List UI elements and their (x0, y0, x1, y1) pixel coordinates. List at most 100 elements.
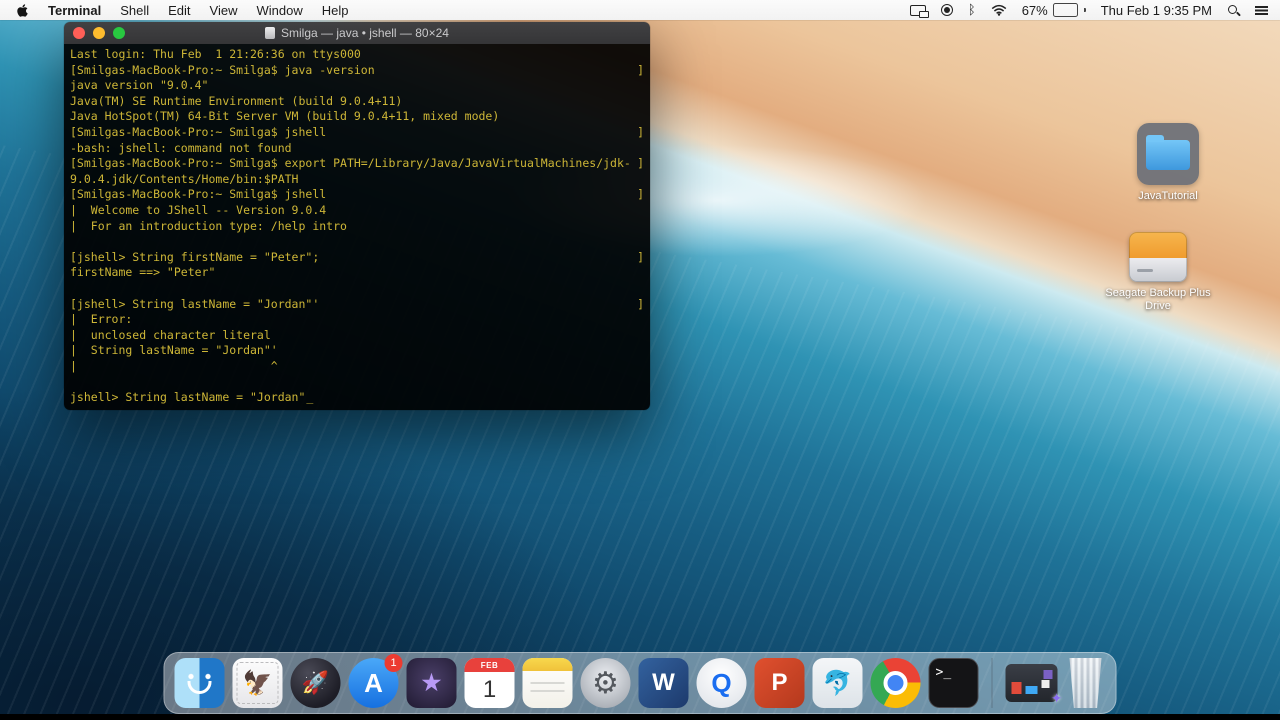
terminal-line: [Smilgas-MacBook-Pro:~ Smilga$ jshell] (70, 124, 644, 139)
dock-item-calendar[interactable]: FEB 1 (464, 658, 515, 708)
terminal-body[interactable]: Last login: Thu Feb 1 21:26:36 on ttys00… (64, 44, 650, 410)
appstore-icon: A1 (348, 654, 403, 708)
menu-app-name[interactable]: Terminal (48, 3, 101, 18)
apple-icon (17, 3, 28, 17)
wrap-mark: ] (637, 62, 644, 77)
battery-indicator[interactable]: 67% (1022, 3, 1086, 18)
terminal-line: Java(TM) SE Runtime Environment (build 9… (70, 93, 403, 108)
terminal-document-icon (265, 27, 276, 39)
dock-item-imovie[interactable]: ★ (406, 658, 457, 708)
wifi-icon[interactable] (991, 4, 1007, 16)
finder-icon (174, 658, 225, 708)
dock-item-trash[interactable] (1066, 658, 1106, 708)
bluetooth-icon[interactable]: ᛒ (968, 4, 976, 17)
desktop-icon-label: JavaTutorial (1138, 190, 1198, 202)
terminal-line: | unclosed character literal (70, 327, 271, 342)
wrap-mark: ] (637, 249, 644, 264)
letterbox-bar (0, 714, 1280, 720)
menu-bar-left: Terminal Shell Edit View Window Help (0, 3, 349, 18)
dock: 🦅 🚀 A 1 ★ FEB 1 ⚙ W Q P 🐬 >_ ✦ (163, 652, 1117, 714)
display-mirroring-icon[interactable] (909, 4, 929, 18)
calendar-day-label: 1 (482, 676, 497, 703)
menu-item-window[interactable]: Window (257, 3, 303, 18)
menu-item-help[interactable]: Help (322, 3, 349, 18)
desktop-icon-seagate-drive[interactable]: Seagate Backup Plus Drive (1100, 232, 1216, 313)
dock-item-mysql[interactable]: 🐬 (812, 658, 863, 708)
mail-icon: 🦅 (232, 658, 283, 708)
terminal-line: [jshell> String lastName = "Jordan"'] (70, 296, 644, 311)
dock-item-finder[interactable] (174, 658, 225, 708)
text-cursor: _ (306, 390, 314, 405)
wrap-mark: ] (637, 124, 644, 139)
menu-bar-status: ᛒ 67% Thu Feb 1 9:35 PM (909, 3, 1280, 18)
terminal-line: | ^ (70, 358, 278, 373)
screen-recording-icon[interactable] (940, 4, 953, 16)
battery-percentage: 67% (1021, 2, 1048, 18)
minimized-app-badge: ✦ (1050, 690, 1063, 706)
desktop-icon-javatutorial-folder[interactable]: JavaTutorial (1110, 123, 1226, 203)
terminal-window-title: Smilga — java • jshell — 80×24 (281, 26, 449, 40)
close-button[interactable] (73, 27, 85, 39)
notification-center-icon[interactable] (1255, 5, 1268, 15)
terminal-line: [jshell> String firstName = "Peter";] (70, 249, 644, 264)
mysql-icon: 🐬 (812, 658, 863, 708)
terminal-window[interactable]: Smilga — java • jshell — 80×24 Last logi… (64, 22, 650, 410)
menu-bar-clock[interactable]: Thu Feb 1 9:35 PM (1101, 3, 1212, 18)
screen: Terminal Shell Edit View Window Help ᛒ 67% T… (0, 0, 1280, 720)
dock-item-terminal-app[interactable]: >_ (928, 658, 979, 708)
trash-icon (1069, 658, 1102, 708)
dock-item-appstore[interactable]: A1 (348, 654, 403, 708)
imovie-icon: ★ (406, 658, 457, 708)
dock-item-word[interactable]: W (638, 658, 689, 708)
window-controls (73, 27, 125, 39)
calendar-icon: FEB 1 (464, 658, 515, 708)
calendar-month-label: FEB (464, 658, 515, 672)
desktop-wallpaper: JavaTutorial Seagate Backup Plus Drive Sm… (0, 20, 1280, 714)
notification-badge: 1 (384, 654, 403, 672)
terminal-line: [Smilgas-MacBook-Pro:~ Smilga$ export PA… (70, 156, 644, 171)
terminal-titlebar[interactable]: Smilga — java • jshell — 80×24 (64, 22, 650, 44)
dock-item-minimized-window[interactable]: ✦ (1005, 664, 1063, 706)
terminal-line: Java HotSpot(TM) 64-Bit Server VM (build… (70, 109, 500, 124)
folder-icon (1137, 123, 1199, 185)
terminal-line: | String lastName = "Jordan"' (70, 343, 278, 358)
terminal-line: | For an introduction type: /help intro (70, 218, 347, 233)
minimized-window-icon: ✦ (1005, 664, 1063, 706)
menu-bar: Terminal Shell Edit View Window Help ᛒ 67% T… (0, 0, 1280, 20)
dock-item-launchpad[interactable]: 🚀 (290, 658, 341, 708)
terminal-line: Last login: Thu Feb 1 21:26:36 on ttys00… (70, 47, 361, 61)
menu-item-shell[interactable]: Shell (120, 3, 149, 18)
zoom-button[interactable] (113, 27, 125, 39)
minimize-button[interactable] (93, 27, 105, 39)
spotlight-icon[interactable] (1227, 4, 1240, 17)
drive-icon (1129, 232, 1187, 282)
dock-item-powerpoint[interactable]: P (754, 658, 805, 708)
apple-menu[interactable] (16, 3, 29, 18)
chrome-icon (870, 658, 921, 708)
menu-item-view[interactable]: View (210, 3, 238, 18)
terminal-line: | Welcome to JShell -- Version 9.0.4 (70, 202, 327, 217)
notes-icon (522, 658, 573, 708)
battery-icon (1052, 3, 1078, 17)
wrap-mark: ] (637, 156, 644, 171)
desktop-icon-label: Seagate Backup Plus Drive (1105, 287, 1211, 312)
dock-item-quicktime[interactable]: Q (696, 658, 747, 708)
system-preferences-icon: ⚙ (580, 658, 631, 708)
battery-nub (1083, 8, 1086, 12)
terminal-line: [Smilgas-MacBook-Pro:~ Smilga$ jshell] (70, 187, 644, 202)
menu-bar-items: Shell Edit View Window Help (120, 3, 348, 18)
word-icon: W (638, 658, 689, 708)
terminal-line: firstName ==> "Peter" (70, 265, 216, 280)
menu-item-edit[interactable]: Edit (168, 3, 190, 18)
terminal-line: java version "9.0.4" (70, 78, 209, 93)
powerpoint-icon: P (754, 658, 805, 708)
wrap-mark: ] (637, 187, 644, 202)
dock-item-system-preferences[interactable]: ⚙ (580, 658, 631, 708)
dock-item-notes[interactable] (522, 658, 573, 708)
dock-item-mail[interactable]: 🦅 (232, 658, 283, 708)
dock-separator (991, 658, 993, 708)
dock-item-chrome[interactable] (870, 658, 921, 708)
